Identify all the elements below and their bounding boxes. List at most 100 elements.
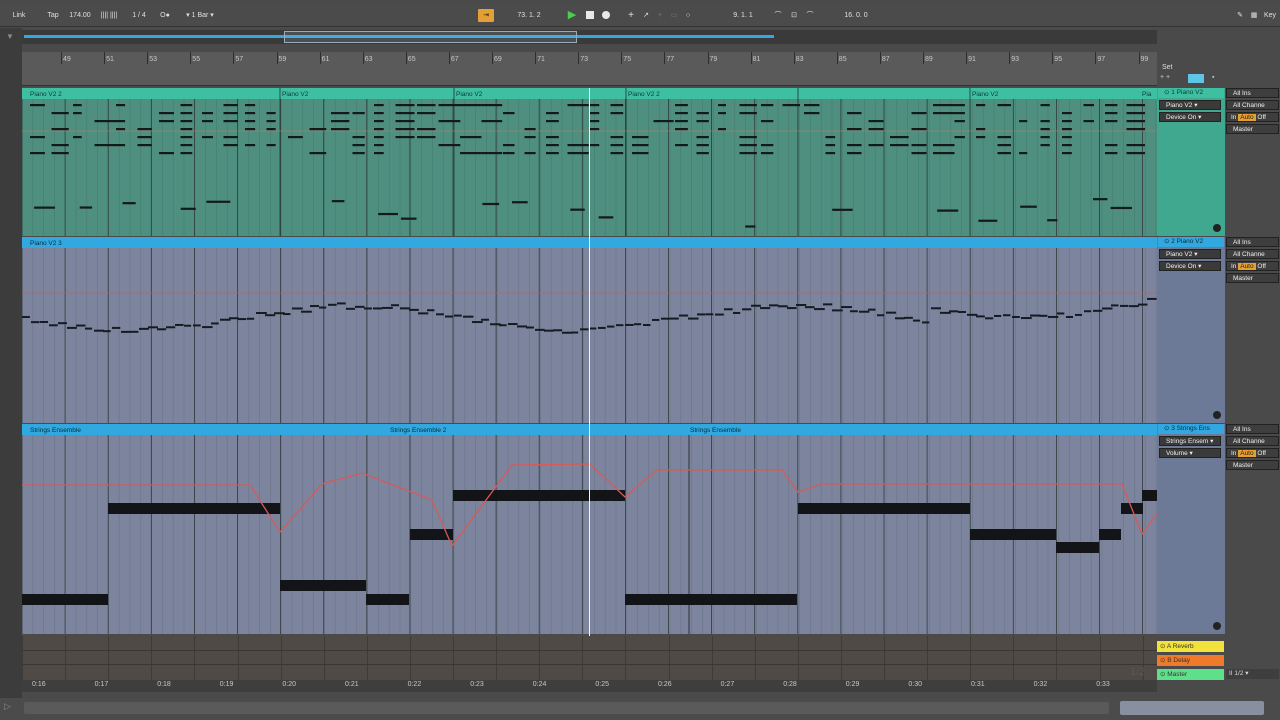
midi-note[interactable]	[30, 104, 45, 107]
midi-note[interactable]	[301, 310, 312, 313]
monitor-off[interactable]: Off	[1257, 263, 1266, 270]
midi-note[interactable]	[94, 120, 117, 123]
midi-note[interactable]	[180, 104, 193, 107]
midi-note[interactable]	[1030, 314, 1041, 317]
midi-note[interactable]	[331, 120, 350, 123]
midi-note[interactable]	[997, 144, 1012, 147]
midi-note[interactable]	[715, 313, 724, 316]
midi-note[interactable]	[847, 112, 862, 115]
midi-note[interactable]	[1040, 136, 1050, 139]
play-button[interactable]: ▶	[566, 9, 578, 22]
midi-note[interactable]	[1075, 313, 1083, 316]
midi-note[interactable]	[288, 136, 303, 139]
midi-note[interactable]	[454, 314, 462, 317]
midi-note[interactable]	[1040, 144, 1050, 147]
midi-note[interactable]	[847, 128, 862, 131]
midi-note[interactable]	[1126, 128, 1146, 131]
midi-note[interactable]	[567, 152, 589, 155]
midi-note[interactable]	[675, 112, 688, 115]
midi-note[interactable]	[696, 112, 709, 115]
midi-note[interactable]	[58, 322, 67, 325]
midi-note[interactable]	[175, 323, 184, 326]
midi-note[interactable]	[355, 305, 365, 308]
midi-note[interactable]	[997, 152, 1012, 155]
midi-note[interactable]	[546, 112, 559, 115]
song-position[interactable]: 73. 1. 2	[500, 9, 558, 22]
midi-note[interactable]	[675, 144, 688, 147]
midi-note[interactable]	[116, 128, 126, 131]
midi-note[interactable]	[546, 144, 559, 147]
track-2-input[interactable]: All Ins	[1226, 237, 1279, 247]
midi-note[interactable]	[675, 104, 688, 107]
track-3-monitor[interactable]: In Auto Off	[1226, 448, 1279, 458]
midi-note[interactable]	[121, 330, 131, 333]
ruler-controls[interactable]: + + ▪	[1158, 74, 1224, 84]
midi-note[interactable]	[374, 136, 384, 139]
loop-start-field[interactable]: 9. 1. 1	[716, 9, 770, 22]
midi-note[interactable]	[427, 309, 435, 312]
midi-note[interactable]	[463, 315, 474, 318]
monitor-auto[interactable]: Auto	[1238, 263, 1256, 270]
midi-note[interactable]	[976, 104, 986, 107]
track-2-device[interactable]: Device On ▾	[1159, 261, 1221, 271]
midi-note[interactable]	[769, 304, 779, 307]
midi-note[interactable]	[589, 327, 597, 330]
midi-note[interactable]	[1048, 315, 1059, 318]
midi-note[interactable]	[395, 136, 415, 139]
midi-note[interactable]	[283, 313, 291, 316]
arrangement-overview[interactable]	[22, 30, 1157, 44]
midi-note[interactable]	[374, 104, 384, 107]
midi-note[interactable]	[382, 306, 393, 309]
midi-note[interactable]	[180, 112, 193, 115]
midi-note[interactable]	[417, 136, 436, 139]
midi-note[interactable]	[922, 321, 930, 324]
midi-note[interactable]	[1105, 152, 1118, 155]
midi-note[interactable]	[292, 307, 303, 310]
midi-note[interactable]	[499, 324, 507, 327]
midi-note[interactable]	[868, 144, 884, 147]
midi-note[interactable]	[985, 317, 994, 320]
midi-note[interactable]	[400, 307, 410, 310]
midi-note[interactable]	[202, 326, 213, 329]
horizontal-scrollbar[interactable]	[24, 702, 1109, 714]
midi-note[interactable]	[782, 104, 801, 107]
capture-icon[interactable]: ▭	[668, 9, 680, 22]
loop-switch-icon[interactable]: ⊡	[788, 9, 800, 22]
midi-note[interactable]	[180, 136, 193, 139]
midi-note[interactable]	[319, 306, 327, 309]
midi-note[interactable]	[409, 308, 419, 311]
midi-note[interactable]	[1147, 297, 1157, 300]
track-3-output[interactable]: Master	[1226, 460, 1279, 470]
midi-note[interactable]	[589, 104, 600, 107]
midi-note[interactable]	[1003, 314, 1011, 317]
midi-note[interactable]	[589, 144, 600, 147]
draw-mode-icon[interactable]: ✎	[1234, 9, 1246, 22]
midi-note[interactable]	[1062, 120, 1072, 123]
midi-note[interactable]	[395, 104, 415, 107]
midi-note[interactable]	[374, 144, 384, 147]
midi-note[interactable]	[994, 314, 1002, 317]
midi-note[interactable]	[202, 112, 214, 115]
midi-note[interactable]	[526, 326, 534, 329]
midi-note[interactable]	[1105, 104, 1118, 107]
midi-note[interactable]	[352, 112, 365, 115]
midi-note[interactable]	[675, 120, 688, 123]
midi-note[interactable]	[1138, 303, 1148, 306]
tempo-field[interactable]: 174.00	[66, 9, 94, 22]
midi-note[interactable]	[206, 200, 231, 203]
return-tracks-area[interactable]	[22, 636, 1157, 680]
midi-note[interactable]	[1062, 136, 1072, 139]
midi-note[interactable]	[266, 120, 276, 123]
midi-note[interactable]	[1012, 315, 1020, 318]
midi-note[interactable]	[337, 302, 346, 305]
midi-note[interactable]	[562, 331, 572, 334]
midi-note[interactable]	[832, 208, 853, 211]
midi-note[interactable]	[958, 310, 966, 313]
midi-note[interactable]	[472, 321, 483, 324]
midi-note[interactable]	[933, 152, 955, 155]
tempo-nudge[interactable]: |||| ||||	[96, 9, 122, 22]
midi-note[interactable]	[589, 112, 600, 115]
midi-note[interactable]	[841, 306, 852, 309]
midi-note[interactable]	[895, 317, 905, 320]
midi-note[interactable]	[978, 219, 998, 222]
